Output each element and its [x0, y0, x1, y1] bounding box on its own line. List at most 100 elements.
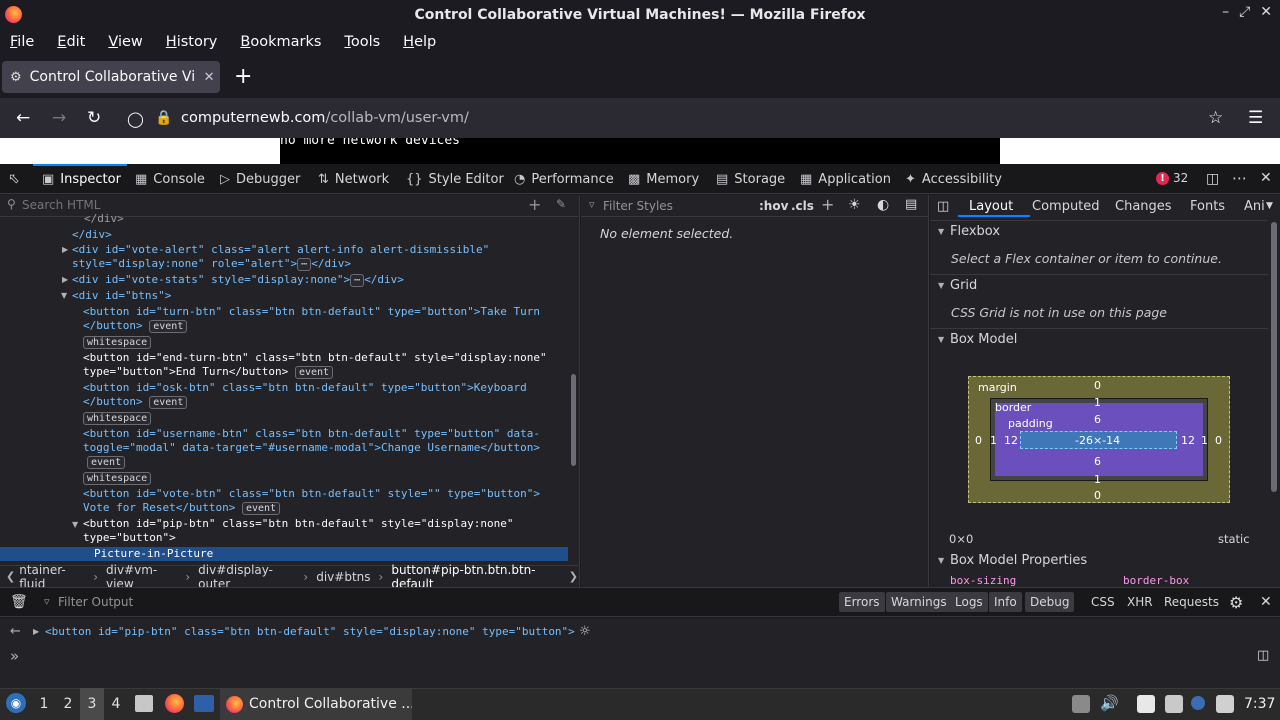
filter-warnings[interactable]: Warnings [886, 592, 952, 612]
sidebar-toggle-icon[interactable]: ◫ [937, 199, 949, 214]
print-media-icon[interactable]: ▤ [905, 197, 917, 212]
workspace-3[interactable]: 3 [80, 688, 104, 720]
filter-logs[interactable]: Logs [950, 592, 988, 612]
start-menu-icon[interactable]: ◉ [6, 693, 26, 713]
tree-node-vote-alert-cont[interactable]: style="display:none" role="alert"> ⋯ </div… [72, 257, 351, 271]
collapsed-badge[interactable]: ⋯ [350, 274, 365, 287]
filter-xhr[interactable]: XHR [1122, 592, 1158, 612]
tree-node-username-btn[interactable]: <button id="username-btn" class="btn btn… [83, 427, 540, 441]
lock-icon[interactable]: 🔒 [155, 110, 172, 126]
menu-view[interactable]: View [108, 34, 153, 50]
layout-scrollbar[interactable] [1271, 222, 1277, 492]
tab-network[interactable]: ⇅ Network [318, 164, 389, 194]
vm-display[interactable]: no more network devices [280, 138, 1000, 164]
breadcrumb-left-icon[interactable]: ❮ [0, 570, 19, 583]
tabs-overflow-icon[interactable]: ▼ [1266, 201, 1273, 211]
tray-update-icon[interactable] [1072, 695, 1090, 713]
tree-node-vote-alert[interactable]: <div id="vote-alert" class="alert alert-… [72, 243, 489, 257]
event-badge[interactable]: event [149, 320, 188, 333]
tree-text-pip[interactable]: Picture-in-Picture [94, 547, 213, 561]
menu-tools[interactable]: Tools [344, 34, 391, 50]
border-right[interactable]: 1 [1201, 434, 1208, 447]
whitespace-row[interactable]: whitespace [83, 335, 152, 349]
trash-icon[interactable]: 🗑 [10, 594, 28, 610]
section-grid[interactable]: ▼ Grid [930, 274, 1268, 296]
tab-changes[interactable]: Changes [1115, 199, 1172, 214]
tree-node-btns[interactable]: <div id="btns"> [72, 289, 171, 303]
markup-scrollbar[interactable] [571, 374, 576, 466]
select-node-target-icon[interactable]: ☼ [579, 624, 591, 639]
tab-accessibility[interactable]: ✦ Accessibility [905, 164, 1002, 194]
filter-info[interactable]: Info [989, 592, 1022, 612]
console-output-line[interactable]: <button id="pip-btn" class="btn btn-defa… [45, 625, 575, 638]
file-manager-icon[interactable] [135, 695, 153, 712]
tab-storage[interactable]: ▤ Storage [716, 164, 785, 194]
whitespace-row[interactable]: whitespace [83, 411, 152, 425]
tab-fonts[interactable]: Fonts [1190, 199, 1225, 214]
section-box-model[interactable]: ▼ Box Model [930, 328, 1268, 350]
tree-node-end-turn-btn-cont[interactable]: type="button">End Turn</button> event [83, 365, 334, 379]
margin-top[interactable]: 0 [1094, 379, 1101, 392]
content-size[interactable]: -26×-14 [1075, 434, 1120, 447]
tray-network-icon[interactable] [1216, 695, 1234, 713]
error-count-badge[interactable]: ! 32 [1156, 171, 1188, 185]
dock-side-icon[interactable]: ◫ [1206, 171, 1219, 187]
tab-debugger[interactable]: ▷ Debugger [220, 164, 300, 194]
tray-notification-icon[interactable] [1191, 696, 1205, 710]
editor-mode-icon[interactable]: ◫ [1257, 648, 1269, 663]
event-badge[interactable]: event [241, 502, 281, 515]
filter-css[interactable]: CSS [1086, 592, 1120, 612]
workspace-4[interactable]: 4 [104, 688, 128, 720]
tree-node-turn-btn[interactable]: <button id="turn-btn" class="btn btn-def… [83, 305, 540, 319]
section-flexbox[interactable]: ▼ Flexbox [930, 220, 1268, 242]
tab-memory[interactable]: ▩ Memory [628, 164, 699, 194]
workspace-1[interactable]: 1 [32, 688, 56, 720]
light-theme-icon[interactable]: ☀ [848, 197, 861, 213]
tree-node-vote-stats[interactable]: <div id="vote-stats" style="display:none… [72, 273, 404, 287]
margin-left[interactable]: 0 [975, 434, 982, 447]
expand-triangle-icon[interactable]: ▶ [33, 627, 39, 636]
forward-icon[interactable]: → [52, 108, 66, 128]
reload-icon[interactable]: ↻ [87, 108, 101, 128]
border-left[interactable]: 1 [990, 434, 997, 447]
section-box-model-properties[interactable]: ▼ Box Model Properties [930, 549, 1270, 571]
more-options-icon[interactable]: ⋯ [1232, 169, 1247, 187]
tree-node-vote-btn[interactable]: <button id="vote-btn" class="btn btn-def… [83, 487, 540, 501]
filter-styles-input[interactable]: Filter Styles [603, 199, 673, 213]
terminal-launcher-icon[interactable] [194, 695, 214, 712]
tab-performance[interactable]: ◔ Performance [514, 164, 614, 194]
tab-animations[interactable]: Ani [1244, 199, 1265, 214]
padding-left[interactable]: 12 [1004, 434, 1018, 447]
restore-icon[interactable]: ⤢ [1239, 4, 1250, 20]
border-bottom[interactable]: 1 [1094, 473, 1101, 486]
tray-clipboard-icon[interactable] [1137, 695, 1155, 713]
tab-computed[interactable]: Computed [1032, 199, 1100, 214]
filter-output-input[interactable]: Filter Output [58, 595, 133, 609]
add-rule-icon[interactable]: + [821, 195, 834, 214]
eyedropper-icon[interactable]: ✎ [556, 197, 566, 211]
minimize-icon[interactable]: – [1222, 4, 1229, 20]
html-search-input[interactable] [22, 198, 502, 212]
tree-close-tag[interactable]: </div> [84, 212, 124, 226]
cls-toggle[interactable]: .cls [791, 199, 814, 213]
app-menu-icon[interactable]: ☰ [1248, 108, 1263, 128]
tray-display-icon[interactable] [1165, 695, 1183, 713]
tab-layout[interactable]: Layout [969, 199, 1013, 214]
add-node-icon[interactable]: + [528, 195, 541, 214]
expand-triangle-icon[interactable]: ▶ [62, 275, 68, 284]
padding-bottom[interactable]: 6 [1094, 455, 1101, 468]
event-row[interactable]: event [87, 455, 126, 469]
tree-node-pip-btn[interactable]: <button id="pip-btn" class="btn btn-defa… [83, 517, 513, 531]
tree-node-end-turn-btn[interactable]: <button id="end-turn-btn" class="btn btn… [83, 351, 547, 365]
tree-node-osk-btn[interactable]: <button id="osk-btn" class="btn btn-defa… [83, 381, 527, 395]
close-split-console-icon[interactable]: ✕ [1260, 594, 1272, 610]
border-top[interactable]: 1 [1094, 396, 1101, 409]
dark-theme-icon[interactable]: ◐ [877, 197, 889, 213]
whitespace-badge[interactable]: whitespace [83, 472, 152, 485]
taskbar-window-button[interactable]: Control Collaborative ... [220, 688, 412, 720]
workspace-2[interactable]: 2 [56, 688, 80, 720]
collapsed-badge[interactable]: ⋯ [297, 258, 312, 271]
breadcrumb-item[interactable]: div#btns [316, 570, 378, 584]
whitespace-badge[interactable]: whitespace [83, 412, 152, 425]
tree-node-turn-btn-close[interactable]: </button> event [83, 319, 188, 333]
